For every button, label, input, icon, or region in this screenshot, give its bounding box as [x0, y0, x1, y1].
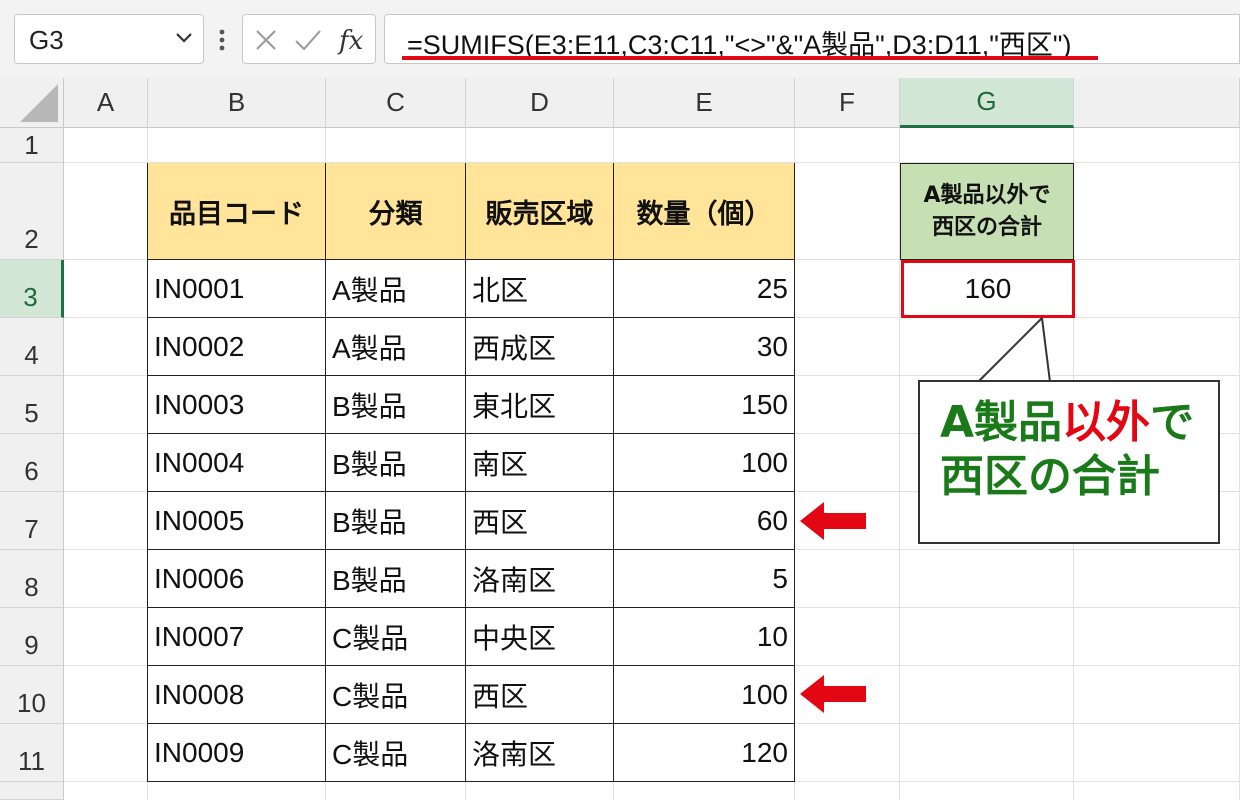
table-cell[interactable]: IN0003: [148, 376, 326, 434]
callout-text-except: 以外: [1062, 397, 1151, 448]
table-cell[interactable]: 西区: [466, 666, 614, 724]
table-cell[interactable]: 100: [614, 434, 795, 492]
column-header-c[interactable]: C: [326, 78, 466, 128]
column-header-d[interactable]: D: [466, 78, 614, 128]
table-header-cell[interactable]: 数量（個）: [614, 163, 795, 260]
column-header-b[interactable]: B: [148, 78, 326, 128]
row-header-5[interactable]: 5: [0, 376, 64, 434]
table-cell[interactable]: A製品: [326, 318, 466, 376]
chevron-down-icon[interactable]: [175, 31, 193, 45]
table-cell[interactable]: 5: [614, 550, 795, 608]
row-header-10[interactable]: 10: [0, 666, 64, 724]
row-header-8[interactable]: 8: [0, 550, 64, 608]
column-header-f[interactable]: F: [795, 78, 900, 128]
formula-highlight-underline: [402, 56, 1098, 60]
callout-line2: 西区の合計: [940, 451, 1160, 502]
table-cell[interactable]: A製品: [326, 260, 466, 318]
table-header-cell[interactable]: 分類: [326, 163, 466, 260]
callout-text-product: A製品: [940, 397, 1063, 448]
table-cell[interactable]: 北区: [466, 260, 614, 318]
column-header-g[interactable]: G: [900, 78, 1074, 128]
row-header-partial[interactable]: [0, 782, 64, 800]
table-cell[interactable]: IN0009: [148, 724, 326, 782]
table-cell[interactable]: C製品: [326, 724, 466, 782]
row-header-9[interactable]: 9: [0, 608, 64, 666]
table-cell[interactable]: IN0006: [148, 550, 326, 608]
table-cell[interactable]: 150: [614, 376, 795, 434]
name-box-value: G3: [29, 25, 64, 55]
red-arrow-icon: [800, 675, 866, 713]
callout-pointer: [975, 318, 1052, 384]
table-cell[interactable]: 60: [614, 492, 795, 550]
row-header-6[interactable]: 6: [0, 434, 64, 492]
svg-text:fx: fx: [337, 26, 364, 56]
result-header-cell[interactable]: A製品以外で 西区の合計: [900, 163, 1074, 260]
table-cell[interactable]: IN0005: [148, 492, 326, 550]
table-cell[interactable]: 南区: [466, 434, 614, 492]
table-cell[interactable]: IN0001: [148, 260, 326, 318]
table-cell[interactable]: C製品: [326, 666, 466, 724]
result-header-line2: 西区の合計: [931, 214, 1042, 240]
table-header-cell[interactable]: 品目コード: [148, 163, 326, 260]
select-all-corner[interactable]: [0, 78, 64, 128]
result-value-cell[interactable]: 160: [901, 260, 1075, 318]
table-cell[interactable]: IN0007: [148, 608, 326, 666]
formula-buttons: fx: [242, 14, 376, 64]
table-cell[interactable]: 中央区: [466, 608, 614, 666]
column-header-blank[interactable]: [1074, 78, 1240, 128]
table-cell[interactable]: 西成区: [466, 318, 614, 376]
row-header-11[interactable]: 11: [0, 724, 64, 782]
enter-check-icon[interactable]: [293, 27, 323, 53]
cancel-icon[interactable]: [253, 27, 279, 53]
result-header-line1: A製品以外で: [923, 182, 1051, 208]
table-cell[interactable]: 10: [614, 608, 795, 666]
table-cell[interactable]: 25: [614, 260, 795, 318]
table-cell[interactable]: IN0008: [148, 666, 326, 724]
table-cell[interactable]: 洛南区: [466, 724, 614, 782]
table-cell[interactable]: 30: [614, 318, 795, 376]
table-cell[interactable]: 120: [614, 724, 795, 782]
callout-text-de: で: [1150, 397, 1195, 448]
table-cell[interactable]: B製品: [326, 492, 466, 550]
column-header-a[interactable]: A: [64, 78, 148, 128]
table-cell[interactable]: 西区: [466, 492, 614, 550]
row-header-1[interactable]: 1: [0, 128, 64, 163]
row-header-2[interactable]: 2: [0, 163, 64, 260]
row-header-4[interactable]: 4: [0, 318, 64, 376]
formula-bar: G3 fx =SUMIFS(E3:E11,C3:C11,"<>"&"A製品",D…: [0, 0, 1240, 78]
table-cell[interactable]: 100: [614, 666, 795, 724]
row-header-3[interactable]: 3: [0, 260, 64, 318]
insert-function-icon[interactable]: fx: [337, 23, 369, 57]
table-cell[interactable]: 洛南区: [466, 550, 614, 608]
more-options-icon[interactable]: [214, 20, 230, 60]
table-header-cell[interactable]: 販売区域: [466, 163, 614, 260]
table-cell[interactable]: C製品: [326, 608, 466, 666]
table-cell[interactable]: 東北区: [466, 376, 614, 434]
table-cell[interactable]: B製品: [326, 434, 466, 492]
callout-line1: A製品以外で: [940, 396, 1218, 450]
table-cell[interactable]: IN0004: [148, 434, 326, 492]
name-box[interactable]: G3: [14, 14, 204, 64]
result-value: 160: [964, 273, 1012, 304]
table-cell[interactable]: B製品: [326, 550, 466, 608]
table-cell[interactable]: B製品: [326, 376, 466, 434]
red-arrow-icon: [800, 502, 866, 540]
row-header-7[interactable]: 7: [0, 492, 64, 550]
select-all-triangle-icon: [20, 83, 58, 122]
table-cell[interactable]: IN0002: [148, 318, 326, 376]
callout-box: A製品以外で 西区の合計: [918, 380, 1220, 544]
column-header-e[interactable]: E: [614, 78, 795, 128]
